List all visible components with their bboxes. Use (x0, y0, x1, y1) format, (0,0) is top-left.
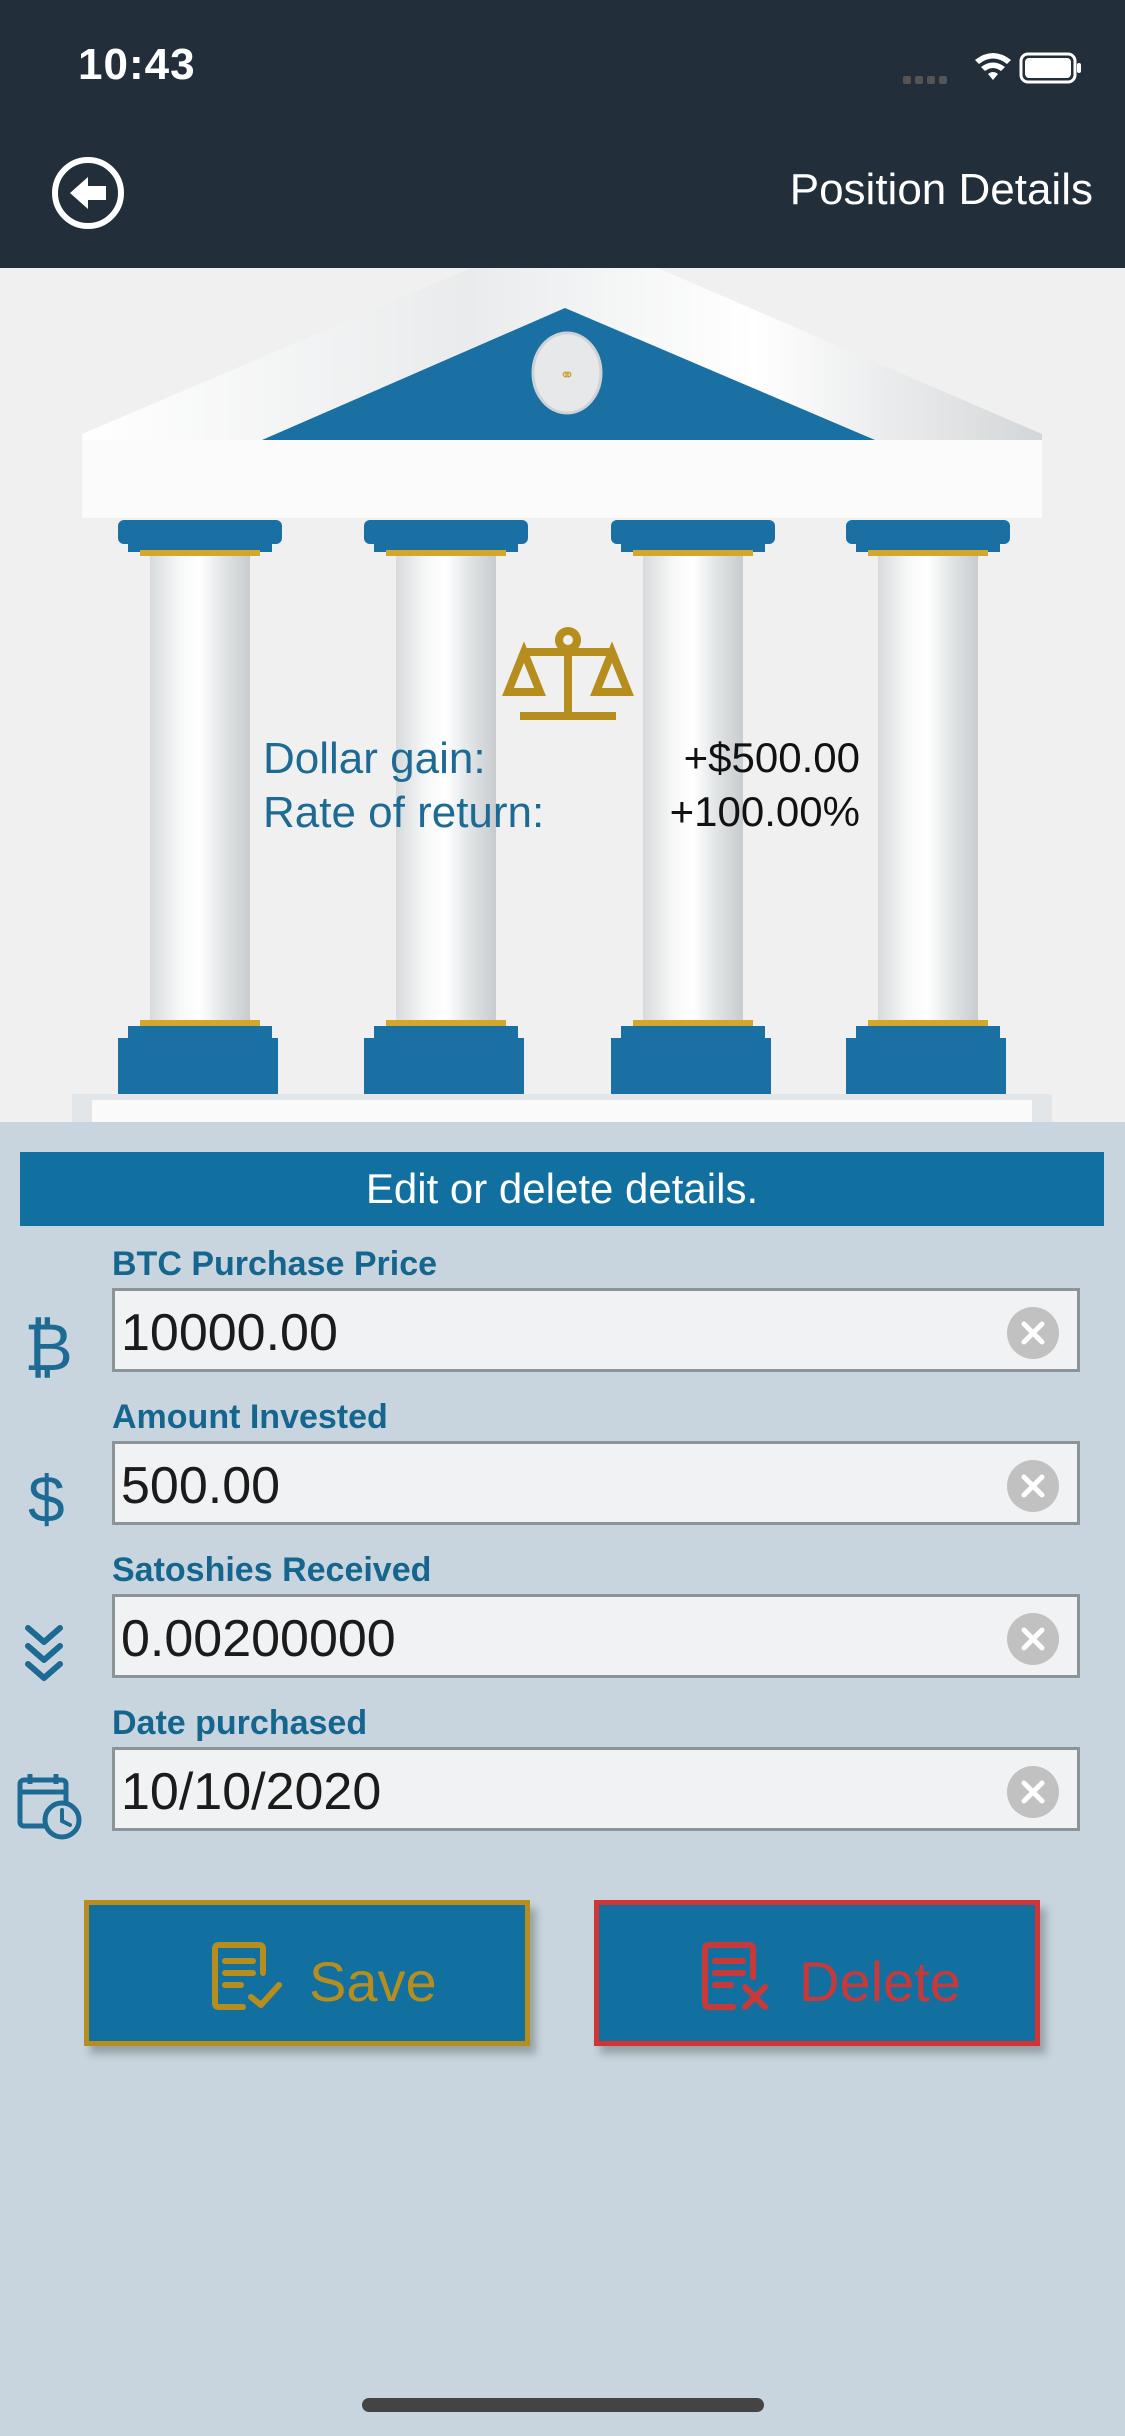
wifi-icon (975, 53, 1011, 80)
back-button[interactable] (50, 155, 126, 231)
dollar-gain-label: Dollar gain: (263, 734, 486, 783)
column (118, 520, 282, 1122)
close-icon (1021, 1780, 1045, 1804)
amount-invested-value: 500.00 (121, 1457, 281, 1515)
page-title: Position Details (789, 165, 1093, 214)
svg-text:$: $ (28, 1462, 65, 1532)
svg-text:₿: ₿ (24, 1310, 73, 1380)
delete-button-label: Delete (799, 1950, 961, 2013)
status-bar: 10:43 (0, 0, 1125, 130)
bitcoin-icon: ₿ (24, 1310, 73, 1380)
calendar-clock-icon (17, 1774, 82, 1840)
home-indicator[interactable] (362, 2398, 764, 2412)
navigation-bar: Position Details (0, 130, 1125, 268)
dollar-icon: $ (28, 1462, 65, 1532)
satoshies-value: 0.00200000 (121, 1610, 396, 1668)
save-button[interactable]: Save (84, 1900, 530, 2046)
amount-invested-label: Amount Invested (112, 1398, 388, 1436)
btc-price-label: BTC Purchase Price (112, 1245, 438, 1283)
rate-of-return-label: Rate of return: (263, 788, 545, 837)
back-arrow-circle-icon (52, 157, 124, 229)
chevrons-down-icon (25, 1625, 63, 1681)
status-icons (903, 52, 1081, 84)
clear-button[interactable] (1007, 1307, 1059, 1359)
column (846, 520, 1010, 1100)
clear-button[interactable] (1007, 1613, 1059, 1665)
document-delete-icon (702, 1942, 768, 2010)
close-icon (1021, 1474, 1045, 1498)
cellular-signal-icon (903, 76, 947, 84)
edit-banner: Edit or delete details. (20, 1152, 1104, 1226)
amount-invested-field[interactable]: 500.00 (112, 1441, 1080, 1525)
date-purchased-value: 10/10/2020 (121, 1763, 382, 1821)
bank-building-illustration: ⚭ (72, 268, 1052, 1122)
satoshies-label: Satoshies Received (112, 1551, 432, 1589)
save-button-label: Save (309, 1950, 437, 2013)
clear-button[interactable] (1007, 1766, 1059, 1818)
clear-button[interactable] (1007, 1460, 1059, 1512)
scales-icon (502, 627, 634, 720)
satoshies-field[interactable]: 0.00200000 (112, 1594, 1080, 1678)
date-purchased-label: Date purchased (112, 1704, 368, 1742)
svg-text:⚭: ⚭ (559, 365, 574, 385)
rate-of-return-value: +100.00% (669, 788, 860, 835)
status-time: 10:43 (78, 40, 196, 89)
close-icon (1021, 1627, 1045, 1651)
btc-price-field[interactable]: 10000.00 (112, 1288, 1080, 1372)
bank-illustration: ⚭ Dollar gain: +$500.00 Rate of return: … (0, 268, 1125, 1122)
delete-button[interactable]: Delete (594, 1900, 1040, 2046)
dollar-gain-value: +$500.00 (683, 734, 860, 781)
close-icon (1021, 1321, 1045, 1345)
btc-price-value: 10000.00 (121, 1304, 338, 1362)
date-purchased-field[interactable]: 10/10/2020 (112, 1747, 1080, 1831)
battery-icon (1019, 52, 1081, 84)
document-check-icon (212, 1942, 282, 2010)
